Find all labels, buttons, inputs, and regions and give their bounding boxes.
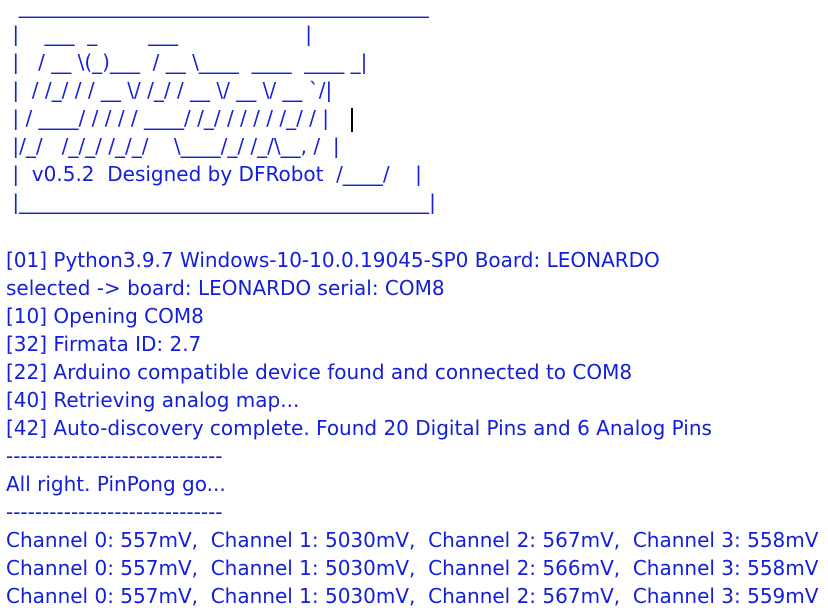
banner-line: |_______________________________________… [6,190,436,214]
log-line-firmata-id: [32] Firmata ID: 2.7 [6,332,202,356]
log-line-opening-port: [10] Opening COM8 [6,304,204,328]
channel-reading-line: Channel 0: 557mV, Channel 1: 5030mV, Cha… [6,528,819,552]
log-line-device-found: [22] Arduino compatible device found and… [6,360,633,384]
log-line-python-info: [01] Python3.9.7 Windows-10-10.0.19045-S… [6,248,660,272]
banner-version-line: | v0.5.2 Designed by DFRobot /____/ | [6,162,422,186]
text-cursor [351,108,353,132]
banner-line: ________________________________________… [6,0,429,18]
log-line-ready: All right. PinPong go... [6,472,226,496]
console-output[interactable]: ________________________________________… [0,0,828,610]
channel-reading-line: Channel 0: 557mV, Channel 1: 5030mV, Cha… [6,584,819,608]
log-line-auto-discovery: [42] Auto-discovery complete. Found 20 D… [6,416,712,440]
banner-line: |/_/ /_/_/ /_/_/ \____/_/ /_/\__, / | [6,134,340,158]
channel-reading-line: Channel 0: 557mV, Channel 1: 5030mV, Cha… [6,556,819,580]
log-line-analog-map: [40] Retrieving analog map... [6,388,300,412]
separator-line: ------------------------------ [6,444,223,468]
banner-line: | ___ _ ___ | [6,22,312,46]
banner-line: | / ____/ / / / / ____/ /_/ / / / / /_/ … [6,106,330,130]
banner-line: | / __ \(_)___ / __ \____ ____ ____ _| [6,50,368,74]
separator-line: ------------------------------ [6,500,223,524]
log-line-board-selected: selected -> board: LEONARDO serial: COM8 [6,276,445,300]
banner-line: | / /_/ / / __ \/ /_/ / __ \/ __ \/ __ `… [6,78,333,102]
